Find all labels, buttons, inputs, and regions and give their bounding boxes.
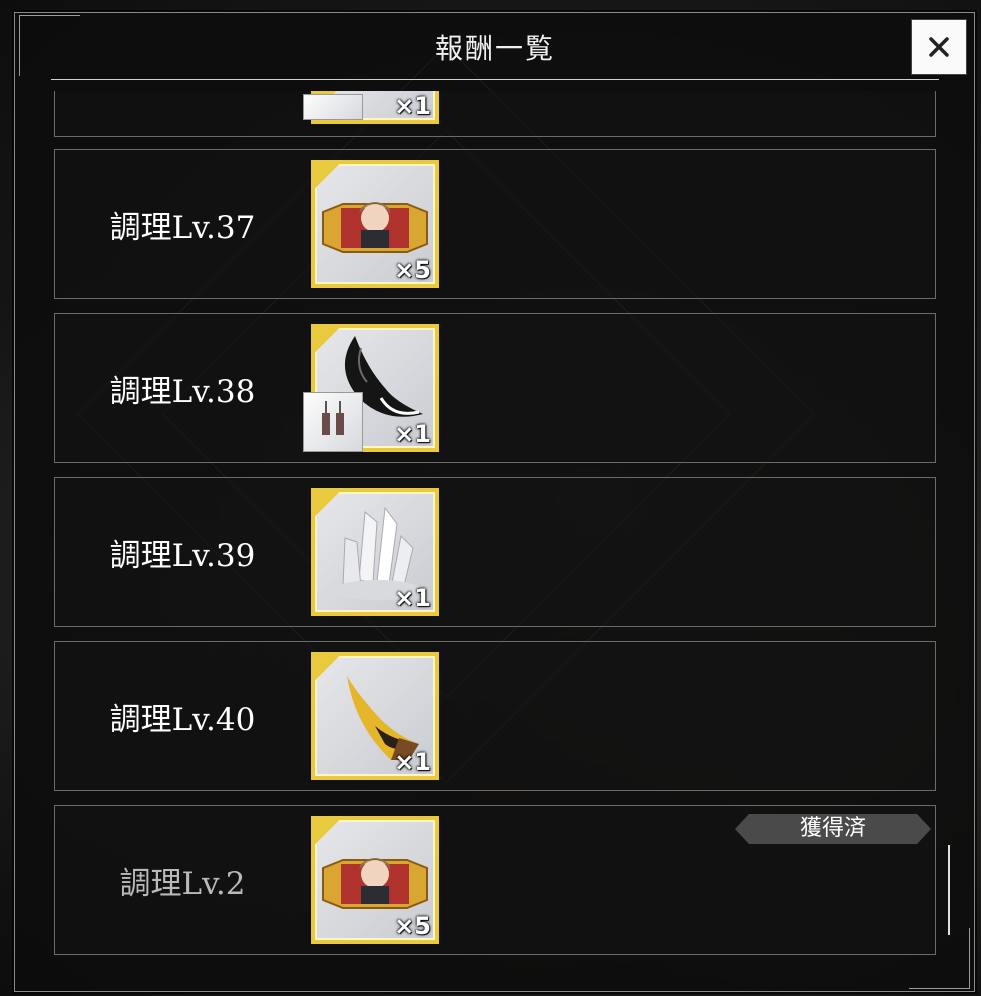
level-label: 調理Lv.38 [109, 373, 256, 410]
level-label: 調理Lv.37 [109, 209, 256, 246]
reward-item-tile[interactable]: ×1 [311, 652, 439, 780]
dialog-header: 報酬一覧 [51, 13, 939, 80]
item-quantity: ×1 [394, 420, 431, 448]
reward-row: 調理Lv.39 ×1 [54, 477, 936, 627]
obtained-badge: 獲得済 [735, 814, 931, 844]
earring-icon [303, 94, 363, 120]
reward-row-partial: ×1 [54, 91, 936, 137]
item-quantity: ×1 [394, 748, 431, 776]
dialog-title: 報酬一覧 [434, 32, 555, 65]
item-quantity: ×1 [394, 584, 431, 612]
earring-icon [303, 392, 363, 452]
reward-row: 調理Lv.38 ×1 [54, 313, 936, 463]
reward-item-tile[interactable]: ×1 [311, 488, 439, 616]
item-quantity: ×5 [394, 912, 431, 940]
item-quantity: ×1 [394, 92, 431, 120]
close-button[interactable] [911, 19, 967, 75]
reward-item-tile[interactable]: ×5 [311, 160, 439, 288]
reward-row-obtained: 調理Lv.2 ×5 獲得済 [54, 805, 936, 955]
scrollbar[interactable] [948, 845, 950, 935]
item-quantity: ×5 [394, 256, 431, 284]
rewards-dialog: 報酬一覧 ×1 調理Lv.37 ×5 調理Lv.38 ×1 調理Lv.39 ×1… [14, 12, 975, 992]
reward-row: 調理Lv.37 ×5 [54, 149, 936, 299]
level-label: 調理Lv.40 [109, 701, 256, 738]
reward-item-tile[interactable]: ×5 [311, 816, 439, 944]
reward-list[interactable]: ×1 調理Lv.37 ×5 調理Lv.38 ×1 調理Lv.39 ×1 調理Lv… [54, 91, 938, 971]
close-icon [929, 37, 949, 57]
reward-row: 調理Lv.40 ×1 [54, 641, 936, 791]
level-label: 調理Lv.2 [119, 865, 246, 902]
level-label: 調理Lv.39 [109, 537, 256, 574]
